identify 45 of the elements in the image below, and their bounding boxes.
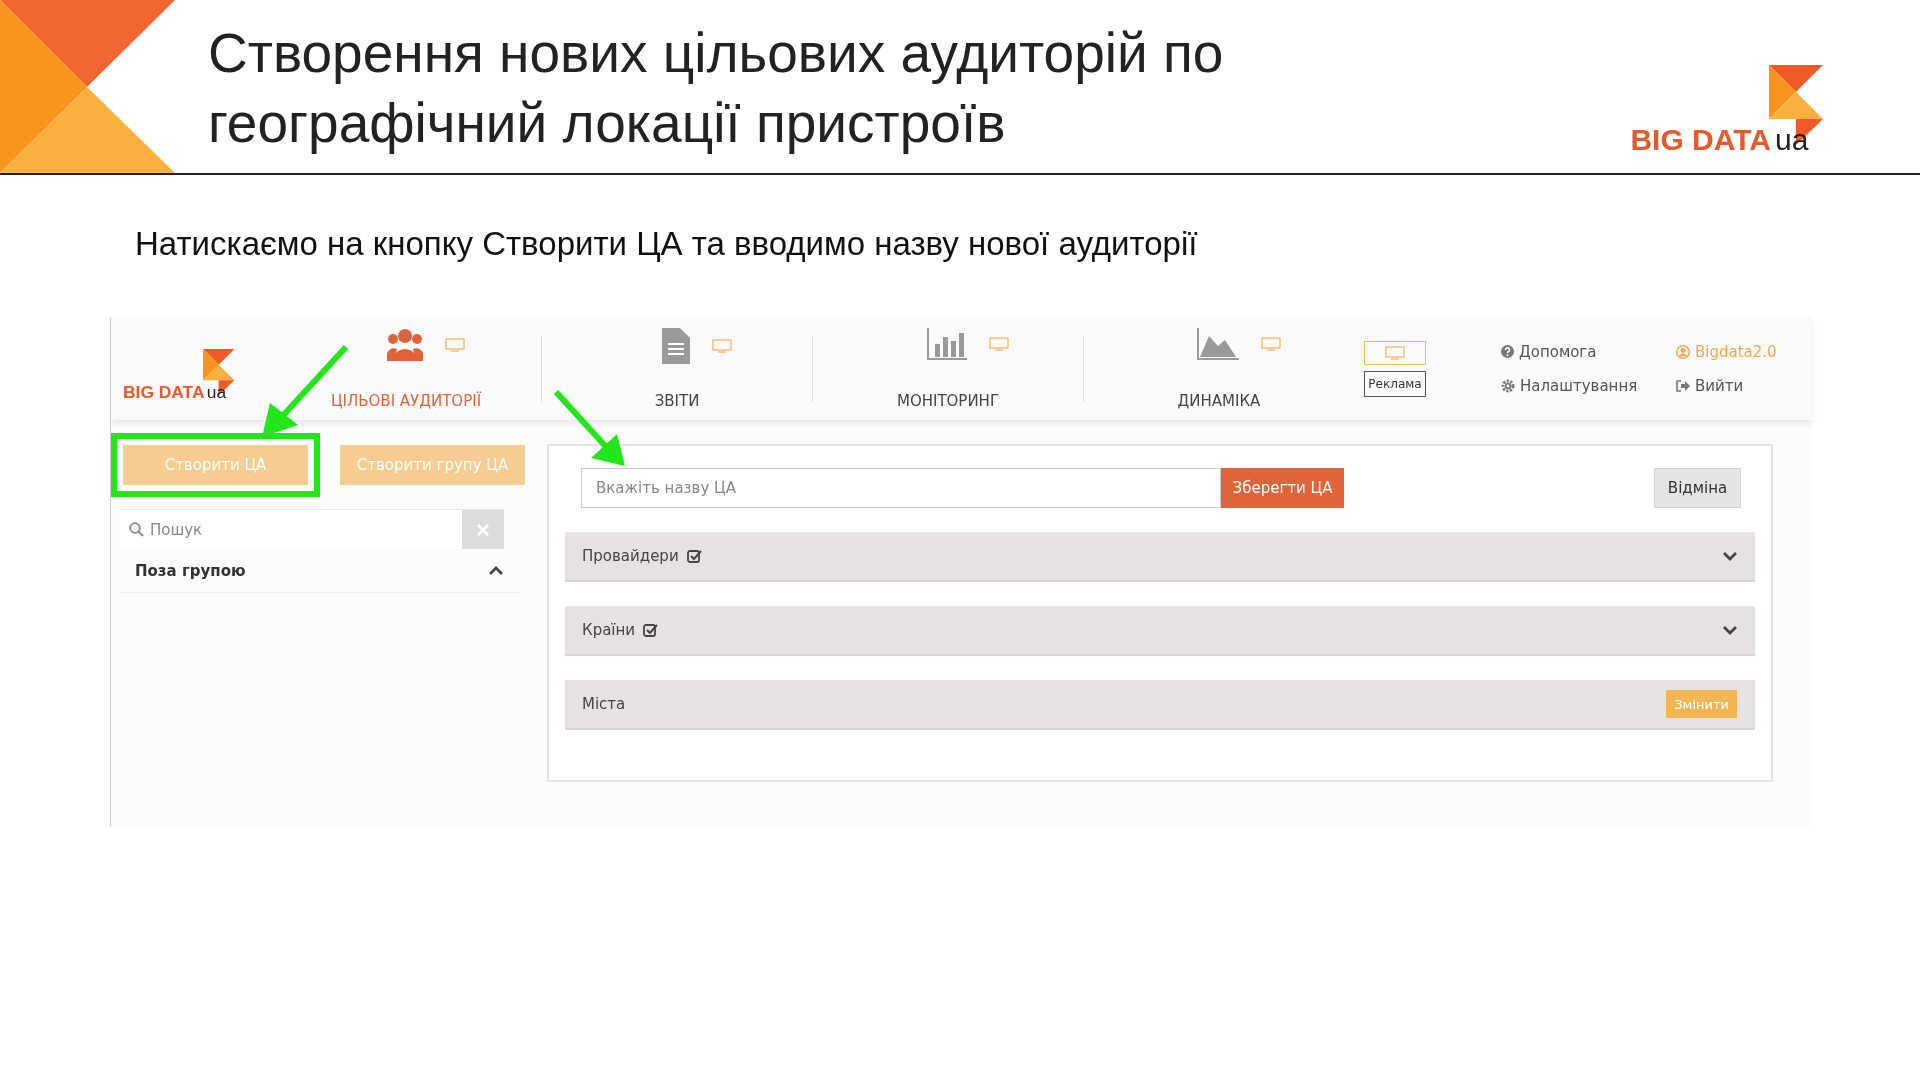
name-input-field[interactable]: Вкажіть назву ЦА (581, 468, 1221, 508)
ad-label[interactable]: Реклама (1364, 370, 1426, 397)
filter-section[interactable]: Міста Змінити (565, 680, 1755, 730)
filter-section[interactable]: Країни (565, 606, 1755, 656)
user-icon (1676, 344, 1690, 359)
tv-icon (1385, 345, 1405, 360)
tv-icon (445, 337, 465, 352)
nav-tab[interactable]: МОНІТОРИНГ (813, 327, 1083, 410)
logo-suffix: ua (206, 384, 227, 402)
ad-tv-button[interactable] (1364, 340, 1426, 365)
logo-text: BIG DATA (123, 384, 205, 402)
search-icon (129, 522, 144, 537)
group-row[interactable]: Поза групою (119, 549, 521, 593)
section-label: Країни (582, 621, 636, 639)
nav-tab[interactable]: ЗВІТИ (542, 327, 812, 410)
slide-title: Створення нових цільових аудиторій по (208, 21, 1225, 86)
header-link[interactable]: Вийти (1676, 376, 1796, 395)
tv-icon (989, 336, 1009, 351)
help-icon (1501, 345, 1514, 358)
area-chart-icon (1197, 327, 1239, 360)
section-label: Провайдери (582, 547, 679, 565)
cancel-button[interactable]: Відміна (1654, 468, 1741, 508)
document-icon (662, 327, 690, 364)
search-field[interactable]: Пошук (148, 519, 462, 540)
chevron-down-icon (1723, 625, 1737, 635)
header-link[interactable]: Допомога (1501, 342, 1676, 361)
logo-suffix: ua (1775, 125, 1809, 155)
chevron-down-icon (1723, 551, 1737, 561)
bar-chart-icon (927, 327, 967, 360)
header-link[interactable]: Налаштування (1501, 376, 1676, 395)
filter-section[interactable]: Провайдери (565, 532, 1755, 582)
people-icon (387, 327, 423, 362)
tv-icon (712, 338, 732, 353)
clear-button[interactable] (462, 510, 504, 549)
group-label: Поза групою (135, 561, 246, 580)
nav-tab[interactable]: ДИНАМІКА (1084, 327, 1354, 410)
logout-icon (1676, 379, 1690, 392)
close-icon (477, 523, 489, 536)
slide-title: географічний локації пристроїв (208, 91, 1007, 156)
logo-text: BIG DATA (1630, 125, 1771, 155)
tv-icon (1261, 336, 1281, 351)
section-label: Міста (582, 695, 626, 713)
settings-icon (1501, 378, 1515, 393)
chevron-up-icon (489, 566, 503, 575)
slide-subtitle: Натискаємо на кнопку Створити ЦА та вводимо назву нової аудиторії (135, 225, 1199, 263)
